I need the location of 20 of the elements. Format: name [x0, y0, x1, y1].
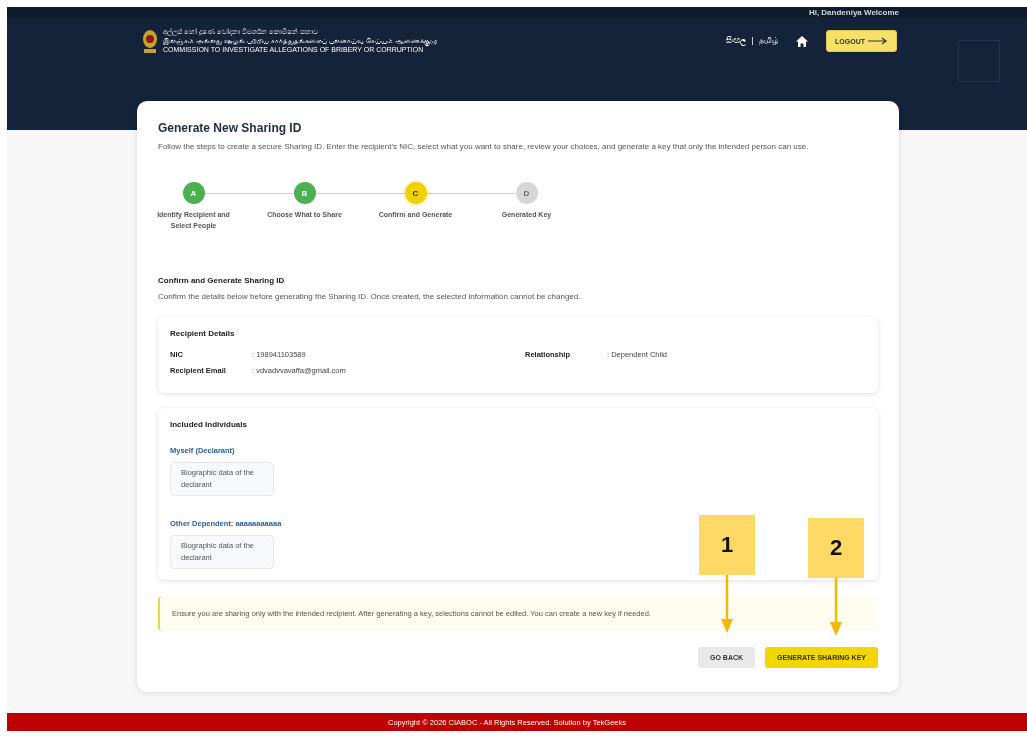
- language-link[interactable]: සිංහල: [726, 36, 747, 46]
- panel-title: Recipient Details: [170, 329, 236, 338]
- section-description: Confirm the details below before generating the Sharing ID. Once created, the selected information cannot be changed.: [158, 292, 582, 301]
- page-title: Generate New Sharing ID: [158, 121, 303, 135]
- panel-title: Included Individuals: [170, 420, 248, 429]
- step-circle: B: [293, 182, 316, 204]
- step-circle: C: [404, 182, 427, 204]
- callout-arrow: [830, 578, 842, 636]
- page-description: Follow the steps to create a secure Sharing ID. Enter the recipient’s NIC, select what you want to share, review your choices, and generate a key that only the intended person can use.: [158, 142, 810, 151]
- step-circle: A: [182, 182, 205, 204]
- callout-number: 2: [808, 518, 864, 578]
- welcome-text: Hi, Dandeniya Welcome: [808, 7, 899, 18]
- callout-number: 1: [699, 515, 755, 575]
- home-icon[interactable]: [796, 35, 809, 47]
- step-circle: D: [515, 182, 538, 204]
- emblem-icon: [142, 28, 158, 54]
- callout-arrow: [721, 575, 733, 633]
- language-link[interactable]: தமிழ்: [759, 36, 779, 46]
- arrow-icon: [868, 37, 888, 45]
- section-title: Confirm and Generate Sharing ID: [158, 276, 286, 285]
